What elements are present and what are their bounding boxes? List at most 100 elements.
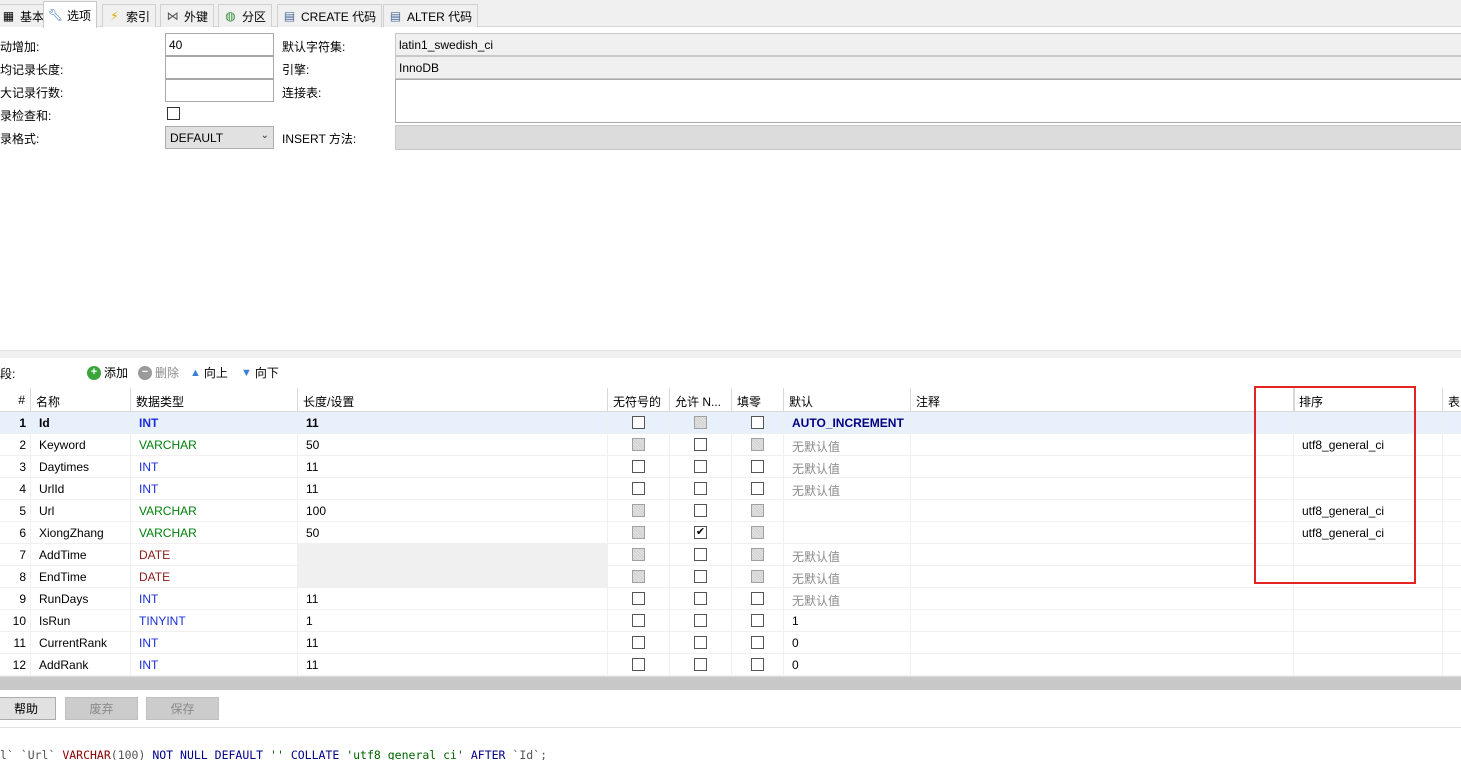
cell-unsigned[interactable] (608, 478, 670, 500)
cell-unsigned[interactable] (608, 434, 670, 456)
cell-unsigned[interactable] (608, 500, 670, 522)
zerofill-checkbox[interactable] (751, 548, 764, 561)
cell-default[interactable]: 0 (784, 632, 911, 654)
unsigned-checkbox[interactable] (632, 614, 645, 627)
allow-null-checkbox[interactable] (694, 460, 707, 473)
cell-expression[interactable] (1443, 566, 1461, 588)
zerofill-checkbox[interactable] (751, 592, 764, 605)
header-zerofill[interactable]: 填零 (732, 388, 784, 412)
header-allow-null[interactable]: 允许 N... (670, 388, 732, 412)
cell-comment[interactable] (911, 654, 1294, 676)
zerofill-checkbox[interactable] (751, 636, 764, 649)
cell-datatype[interactable]: INT (131, 654, 298, 676)
cell-name[interactable]: EndTime (31, 566, 131, 588)
allow-null-checkbox[interactable] (694, 438, 707, 451)
discard-button[interactable]: 废弃 (65, 697, 138, 720)
unsigned-checkbox[interactable] (632, 636, 645, 649)
cell-default[interactable] (784, 500, 911, 522)
cell-name[interactable]: XiongZhang (31, 522, 131, 544)
cell-zerofill[interactable] (732, 544, 784, 566)
cell-name[interactable]: CurrentRank (31, 632, 131, 654)
cell-datatype[interactable]: INT (131, 456, 298, 478)
allow-null-checkbox[interactable] (694, 614, 707, 627)
table-row[interactable]: 5 Url VARCHAR 100 utf8_general_ci (0, 500, 1461, 522)
move-down-button[interactable]: ▼ 向下 (241, 364, 279, 381)
cell-collation[interactable]: utf8_general_ci (1294, 434, 1443, 456)
cell-allow-null[interactable] (670, 456, 732, 478)
cell-length[interactable]: 11 (298, 478, 608, 500)
zerofill-checkbox[interactable] (751, 438, 764, 451)
table-row[interactable]: 3 Daytimes INT 11 无默认值 (0, 456, 1461, 478)
unsigned-checkbox[interactable] (632, 460, 645, 473)
cell-datatype[interactable]: VARCHAR (131, 522, 298, 544)
unsigned-checkbox[interactable] (632, 526, 645, 539)
auto-increment-input[interactable]: 40 (165, 33, 274, 56)
cell-zerofill[interactable] (732, 522, 784, 544)
cell-datatype[interactable]: VARCHAR (131, 500, 298, 522)
cell-default[interactable]: 1 (784, 610, 911, 632)
table-row[interactable]: 8 EndTime DATE 无默认值 (0, 566, 1461, 588)
cell-allow-null[interactable]: ✔ (670, 522, 732, 544)
cell-length[interactable]: 11 (298, 412, 608, 434)
unsigned-checkbox[interactable] (632, 416, 645, 429)
header-collation[interactable]: 排序 (1294, 388, 1443, 412)
cell-length[interactable]: 1 (298, 610, 608, 632)
cell-zerofill[interactable] (732, 654, 784, 676)
cell-default[interactable]: 无默认值 (784, 588, 911, 610)
cell-zerofill[interactable] (732, 610, 784, 632)
cell-unsigned[interactable] (608, 412, 670, 434)
cell-name[interactable]: Url (31, 500, 131, 522)
zerofill-checkbox[interactable] (751, 614, 764, 627)
cell-comment[interactable] (911, 610, 1294, 632)
cell-comment[interactable] (911, 588, 1294, 610)
zerofill-checkbox[interactable] (751, 482, 764, 495)
cell-expression[interactable] (1443, 632, 1461, 654)
cell-collation[interactable] (1294, 588, 1443, 610)
cell-collation[interactable] (1294, 654, 1443, 676)
cell-name[interactable]: UrlId (31, 478, 131, 500)
allow-null-checkbox[interactable] (694, 548, 707, 561)
cell-default[interactable]: AUTO_INCREMENT (784, 412, 911, 434)
cell-collation[interactable] (1294, 632, 1443, 654)
row-format-select[interactable]: DEFAULT ⌄ (165, 126, 274, 149)
cell-collation[interactable] (1294, 478, 1443, 500)
cell-name[interactable]: IsRun (31, 610, 131, 632)
zerofill-checkbox[interactable] (751, 526, 764, 539)
cell-expression[interactable] (1443, 522, 1461, 544)
cell-default[interactable] (784, 522, 911, 544)
cell-name[interactable]: AddRank (31, 654, 131, 676)
cell-default[interactable]: 0 (784, 654, 911, 676)
cell-name[interactable]: Daytimes (31, 456, 131, 478)
cell-datatype[interactable]: INT (131, 632, 298, 654)
cell-expression[interactable] (1443, 544, 1461, 566)
cell-unsigned[interactable] (608, 522, 670, 544)
cell-length[interactable]: 11 (298, 456, 608, 478)
unsigned-checkbox[interactable] (632, 438, 645, 451)
header-expression[interactable]: 表 (1443, 388, 1461, 412)
allow-null-checkbox[interactable] (694, 482, 707, 495)
table-row[interactable]: 9 RunDays INT 11 无默认值 (0, 588, 1461, 610)
cell-name[interactable]: RunDays (31, 588, 131, 610)
table-row[interactable]: 4 UrlId INT 11 无默认值 (0, 478, 1461, 500)
zerofill-checkbox[interactable] (751, 504, 764, 517)
cell-allow-null[interactable] (670, 654, 732, 676)
cell-allow-null[interactable] (670, 610, 732, 632)
engine-input[interactable]: InnoDB (395, 56, 1461, 79)
table-row[interactable]: 7 AddTime DATE 无默认值 (0, 544, 1461, 566)
tab-create-code[interactable]: ▤ CREATE 代码 (277, 4, 383, 27)
cell-allow-null[interactable] (670, 632, 732, 654)
cell-collation[interactable] (1294, 456, 1443, 478)
cell-length[interactable] (298, 566, 608, 588)
cell-unsigned[interactable] (608, 632, 670, 654)
avg-row-length-input[interactable] (165, 56, 274, 79)
cell-default[interactable]: 无默认值 (784, 478, 911, 500)
cell-default[interactable]: 无默认值 (784, 544, 911, 566)
header-unsigned[interactable]: 无符号的 (608, 388, 670, 412)
save-button[interactable]: 保存 (146, 697, 219, 720)
allow-null-checkbox[interactable] (694, 636, 707, 649)
panel-splitter[interactable] (0, 350, 1461, 358)
cell-comment[interactable] (911, 632, 1294, 654)
cell-datatype[interactable]: DATE (131, 566, 298, 588)
allow-null-checkbox[interactable]: ✔ (694, 526, 707, 539)
cell-collation[interactable] (1294, 544, 1443, 566)
